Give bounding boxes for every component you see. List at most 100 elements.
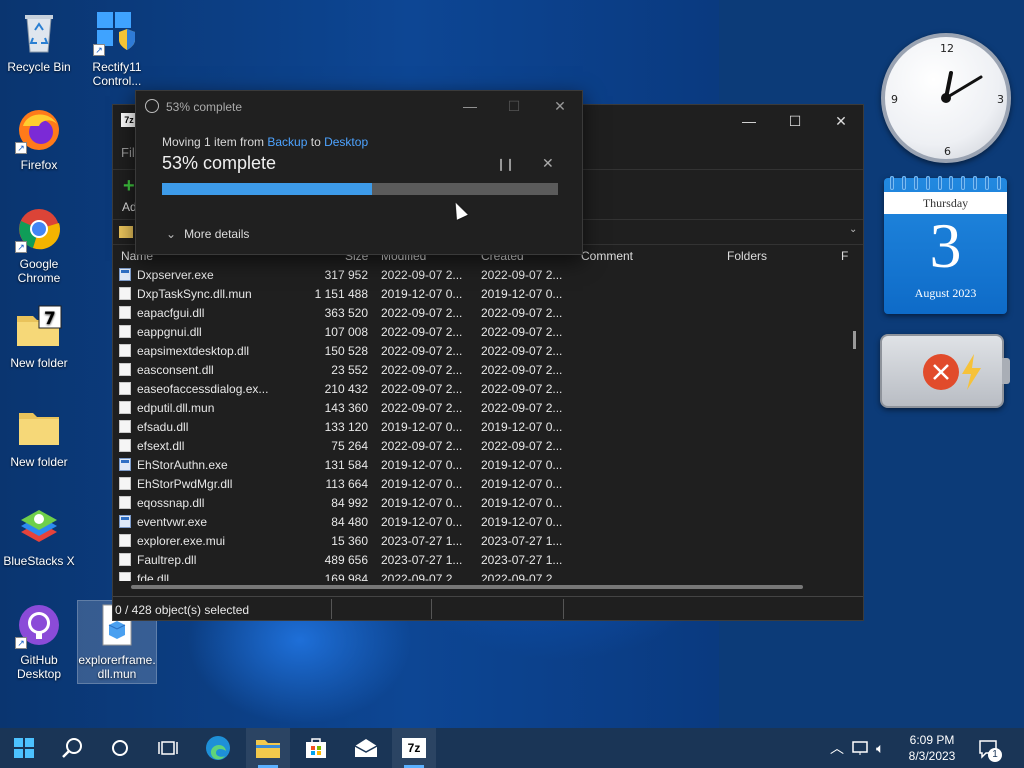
desktop-icon-new-folder-7z[interactable]: 7 New folder [0,304,78,370]
cortana-button[interactable] [98,728,142,768]
file-explorer-icon [256,740,280,758]
desktop-icon-firefox[interactable]: ↗ Firefox [0,106,78,172]
column-f[interactable]: F [841,249,848,263]
chevron-down-icon[interactable]: ⌄ [849,224,857,235]
desktop-icon-new-folder[interactable]: New folder [0,403,78,469]
cancel-icon[interactable]: ✕ [542,155,554,172]
network-icon[interactable] [852,728,870,768]
file-icon [119,477,131,490]
table-row[interactable]: easconsent.dll 23 552 2022-09-07 2... 2022-… [113,360,853,379]
task-view-button[interactable] [146,728,190,768]
cortana-icon [112,740,128,756]
file-explorer-button[interactable] [246,728,290,768]
table-row[interactable]: eapacfgui.dll 363 520 2022-09-07 2... 2022-… [113,303,853,322]
table-row[interactable]: easeofaccessdialog.ex... 210 432 2022-09-0… [113,379,853,398]
pause-icon[interactable]: ❙❙ [496,157,515,171]
dialog-title: 53% complete [166,100,243,114]
table-row[interactable]: eventvwr.exe 84 480 2019-12-07 0... 2019-12… [113,512,853,531]
notification-button[interactable]: 1 [978,728,1002,768]
table-row[interactable]: efsext.dll 75 264 2022-09-07 2... 2022-09-0… [113,436,853,455]
folder-up-icon[interactable] [119,226,133,238]
desktop-icon-label: New folder [10,455,68,469]
table-row[interactable]: DxpTaskSync.dll.mun 1 151 488 2019-12-07 0… [113,284,853,303]
firefox-icon: ↗ [15,106,63,154]
start-button[interactable] [2,728,46,768]
github-icon: ↗ [15,601,63,649]
move-prefix-text: Moving 1 item from [162,135,268,149]
store-icon [306,738,326,758]
file-icon [119,287,131,300]
shortcut-arrow-icon: ↗ [93,44,105,56]
table-row[interactable]: eqossnap.dll 84 992 2019-12-07 0... 2019-12… [113,493,853,512]
desktop-icon-chrome[interactable]: ↗ Google Chrome [0,205,78,285]
file-icon [119,496,131,509]
mail-button[interactable] [344,728,388,768]
shortcut-arrow-icon: ↗ [15,637,27,649]
column-comment[interactable]: Comment [581,249,633,263]
menu-item-file[interactable]: Fil [121,145,135,160]
search-button[interactable] [50,728,94,768]
file-icon [119,306,131,319]
maximize-button[interactable]: ☐ [775,109,815,133]
vertical-scrollbar[interactable] [853,331,856,349]
horizontal-scrollbar[interactable] [131,585,803,589]
file-icon [119,420,131,433]
more-details-label: More details [184,227,250,241]
desktop-icon-label: Firefox [20,158,58,172]
table-row[interactable]: explorer.exe.mui 15 360 2023-07-27 1... 202… [113,531,853,550]
move-mid-text: to [307,135,325,149]
task-view-icon [158,741,178,755]
notification-badge: 1 [988,748,1002,762]
close-button[interactable]: ✕ [540,95,580,117]
7zip-taskbar-button[interactable]: 7z [392,728,436,768]
desktop-icon-github-desktop[interactable]: ↗ GitHub Desktop [0,601,78,681]
exe-file-icon [119,268,131,281]
table-row[interactable]: eapsimextdesktop.dll 150 528 2022-09-07 2.… [113,341,853,360]
more-details-button[interactable]: ⌄ More details [166,227,249,241]
minimize-button[interactable]: — [729,109,769,133]
desktop-icon-label: Google Chrome [17,257,61,285]
table-row[interactable]: eappgnui.dll 107 008 2022-09-07 2... 2022-0… [113,322,853,341]
add-icon: + [123,175,135,197]
close-button[interactable]: ✕ [821,109,861,133]
timer-icon [145,99,159,113]
volume-icon[interactable]: 🔈︎ [876,728,884,768]
column-folders[interactable]: Folders [727,249,767,263]
move-progress-dialog[interactable]: 53% complete — ☐ ✕ Moving 1 item from Ba… [135,90,583,255]
table-row[interactable]: Faultrep.dll 489 656 2023-07-27 1... 2023-0… [113,550,853,569]
progress-bar [162,183,558,195]
desktop-icon-label: Recycle Bin [7,60,71,74]
start-icon [14,738,34,758]
battery-terminal [1002,358,1010,384]
clock-widget[interactable]: 12 3 6 9 [881,33,1011,163]
store-button[interactable] [294,728,338,768]
edge-button[interactable] [196,728,240,768]
taskbar-clock[interactable]: 6:09 PM 8/3/2023 [900,732,964,764]
7zip-icon: 7z [402,738,426,758]
calendar-widget[interactable]: Thursday 3 August 2023 [884,176,1007,314]
table-row[interactable]: efsadu.dll 133 120 2019-12-07 0... 2019-12-… [113,417,853,436]
file-icon [119,439,131,452]
file-icon [119,363,131,376]
maximize-button: ☐ [507,98,521,114]
source-folder-link[interactable]: Backup [267,135,307,149]
table-row[interactable]: EhStorAuthn.exe 131 584 2019-12-07 0... 201… [113,455,853,474]
taskbar-date: 8/3/2023 [908,749,956,763]
desktop-icon-rectify11[interactable]: ↗ Rectify11 Control... [78,8,156,88]
table-row[interactable]: fde.dll 169 984 2022-09-07 2... 2022-09-07 … [113,569,853,581]
svg-text:7: 7 [44,309,56,329]
destination-folder-link[interactable]: Desktop [324,135,368,149]
desktop-icon-recycle-bin[interactable]: Recycle Bin [0,8,78,74]
move-description: Moving 1 item from Backup to Desktop [162,135,368,149]
progress-bar-fill [162,183,372,195]
battery-widget[interactable] [880,334,1010,408]
table-row[interactable]: edputil.dll.mun 143 360 2022-09-07 2... 202… [113,398,853,417]
table-row[interactable]: Dxpserver.exe 317 952 2022-09-07 2... 2022-… [113,265,853,284]
table-row[interactable]: EhStorPwdMgr.dll 113 664 2019-12-07 0... 20… [113,474,853,493]
chevron-up-icon[interactable]: ︿ [830,728,844,768]
desktop-icon-bluestacks[interactable]: BlueStacks X [0,502,78,568]
minimize-button[interactable]: — [450,95,490,117]
folder-icon [15,403,63,451]
bluestacks-icon [15,502,63,550]
file-icon [119,572,131,581]
